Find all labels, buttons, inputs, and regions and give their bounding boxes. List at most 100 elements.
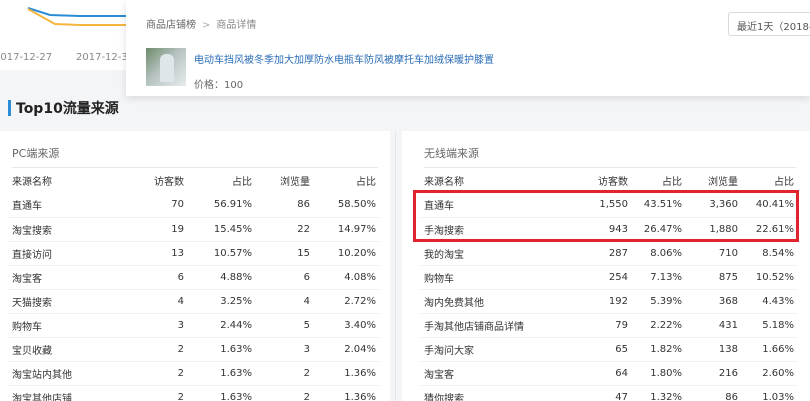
breadcrumb-separator-icon: >: [202, 20, 211, 31]
metric-cell: 26.47%: [632, 217, 686, 242]
column-header[interactable]: 占比: [742, 167, 798, 193]
metric-cell: 2: [136, 385, 188, 401]
table-row[interactable]: 手淘其他店铺商品详情 79 2.22% 431 5.18%: [420, 313, 798, 338]
metric-cell: 13: [136, 241, 188, 266]
metric-cell: 2.72%: [314, 289, 380, 314]
column-header[interactable]: 浏览量: [256, 167, 314, 193]
table-row[interactable]: 淘宝客 64 1.80% 216 2.60%: [420, 361, 798, 386]
wireless-panel-title: 无线端来源: [424, 147, 479, 160]
column-header[interactable]: 来源名称: [420, 167, 568, 193]
source-name-cell: 手淘搜索: [420, 217, 568, 242]
product-thumbnail[interactable]: [146, 48, 186, 86]
column-header[interactable]: 访客数: [568, 167, 632, 193]
metric-cell: 5: [256, 313, 314, 338]
metric-cell: 22.61%: [742, 217, 798, 242]
metric-cell: 138: [686, 337, 742, 362]
metric-cell: 3,360: [686, 193, 742, 218]
metric-cell: 10.20%: [314, 241, 380, 266]
metric-cell: 710: [686, 241, 742, 266]
trend-line-blue: [27, 7, 140, 17]
metric-cell: 2.60%: [742, 361, 798, 386]
metric-cell: 1,880: [686, 217, 742, 242]
metric-cell: 4.88%: [188, 265, 256, 290]
column-header[interactable]: 占比: [188, 167, 256, 193]
source-name-cell: 直通车: [420, 193, 568, 218]
source-name-cell: 直接访问: [8, 241, 136, 266]
metric-cell: 2: [136, 337, 188, 362]
table-row[interactable]: 淘宝站内其他 2 1.63% 2 1.36%: [8, 361, 380, 386]
table-row[interactable]: 手淘问大家 65 1.82% 138 1.66%: [420, 337, 798, 362]
breadcrumb-item-rank[interactable]: 商品店铺榜: [146, 20, 196, 31]
source-name-cell: 直通车: [8, 193, 136, 218]
metric-cell: 1.63%: [188, 361, 256, 386]
table-row[interactable]: 猜你搜索 47 1.32% 86 1.03%: [420, 385, 798, 401]
table-row[interactable]: 淘宝搜索 19 15.45% 22 14.97%: [8, 217, 380, 242]
metric-cell: 79: [568, 313, 632, 338]
table-row[interactable]: 我的淘宝 287 8.06% 710 8.54%: [420, 241, 798, 266]
source-name-cell: 购物车: [420, 265, 568, 290]
breadcrumb: 商品店铺榜 > 商品详情: [146, 16, 256, 31]
breadcrumb-item-current: 商品详情: [216, 20, 257, 31]
metric-cell: 3: [136, 313, 188, 338]
table-row[interactable]: 直接访问 13 10.57% 15 10.20%: [8, 241, 380, 266]
metric-cell: 216: [686, 361, 742, 386]
metric-cell: 40.41%: [742, 193, 798, 218]
column-header[interactable]: 占比: [314, 167, 380, 193]
source-name-cell: 淘宝客: [420, 361, 568, 386]
metric-cell: 56.91%: [188, 193, 256, 218]
table-row[interactable]: 天猫搜索 4 3.25% 4 2.72%: [8, 289, 380, 314]
metric-cell: 1.80%: [632, 361, 686, 386]
axis-date-label: 2017-12-27: [0, 52, 53, 63]
source-name-cell: 淘宝搜索: [8, 217, 136, 242]
metric-cell: 8.06%: [632, 241, 686, 266]
metric-cell: 1.32%: [632, 385, 686, 401]
metric-cell: 14.97%: [314, 217, 380, 242]
table-row[interactable]: 购物车 254 7.13% 875 10.52%: [420, 265, 798, 290]
table-row[interactable]: 手淘搜索 943 26.47% 1,880 22.61%: [420, 217, 798, 242]
metric-cell: 1.63%: [188, 385, 256, 401]
metric-cell: 86: [686, 385, 742, 401]
metric-cell: 6: [256, 265, 314, 290]
metric-cell: 1.36%: [314, 385, 380, 401]
source-name-cell: 淘宝站内其他: [8, 361, 136, 386]
table-header-row: 来源名称 访客数 占比 浏览量 占比: [8, 167, 380, 193]
table-row[interactable]: 宝贝收藏 2 1.63% 3 2.04%: [8, 337, 380, 362]
metric-cell: 2: [256, 385, 314, 401]
metric-cell: 1,550: [568, 193, 632, 218]
table-row[interactable]: 淘宝客 6 4.88% 6 4.08%: [8, 265, 380, 290]
metric-cell: 2.22%: [632, 313, 686, 338]
metric-cell: 4.08%: [314, 265, 380, 290]
metric-cell: 1.66%: [742, 337, 798, 362]
metric-cell: 368: [686, 289, 742, 314]
source-name-cell: 手淘问大家: [420, 337, 568, 362]
metric-cell: 22: [256, 217, 314, 242]
table-row[interactable]: 直通车 70 56.91% 86 58.50%: [8, 193, 380, 218]
column-header[interactable]: 访客数: [136, 167, 188, 193]
section-title: Top10流量来源: [16, 101, 119, 117]
column-header[interactable]: 浏览量: [686, 167, 742, 193]
table-row[interactable]: 直通车 1,550 43.51% 3,360 40.41%: [420, 193, 798, 218]
metric-cell: 192: [568, 289, 632, 314]
pc-source-panel: PC端来源 来源名称 访客数 占比 浏览量 占比 直通车 70 56.91% 86 58…: [0, 131, 390, 401]
metric-cell: 3: [256, 337, 314, 362]
metric-cell: 10.57%: [188, 241, 256, 266]
table-row[interactable]: 淘内免费其他 192 5.39% 368 4.43%: [420, 289, 798, 314]
metric-cell: 58.50%: [314, 193, 380, 218]
panel-divider: [395, 131, 396, 401]
column-header[interactable]: 占比: [632, 167, 686, 193]
product-title-link[interactable]: 电动车挡风被冬季加大加厚防水电瓶车防风被摩托车加绒保暖护膝置: [194, 51, 494, 66]
date-range-select[interactable]: 最近1天（2018-0: [728, 12, 810, 36]
table-row[interactable]: 购物车 3 2.44% 5 3.40%: [8, 313, 380, 338]
table-row[interactable]: 淘宝其他店铺 2 1.63% 2 1.36%: [8, 385, 380, 401]
heading-accent-bar: [8, 100, 11, 116]
metric-cell: 64: [568, 361, 632, 386]
metric-cell: 4: [256, 289, 314, 314]
metric-cell: 5.18%: [742, 313, 798, 338]
metric-cell: 2.44%: [188, 313, 256, 338]
wireless-source-table: 来源名称 访客数 占比 浏览量 占比 直通车 1,550 43.51% 3,360 40…: [420, 167, 798, 401]
source-name-cell: 淘宝客: [8, 265, 136, 290]
column-header[interactable]: 来源名称: [8, 167, 136, 193]
metric-cell: 7.13%: [632, 265, 686, 290]
metric-cell: 86: [256, 193, 314, 218]
metric-cell: 15.45%: [188, 217, 256, 242]
